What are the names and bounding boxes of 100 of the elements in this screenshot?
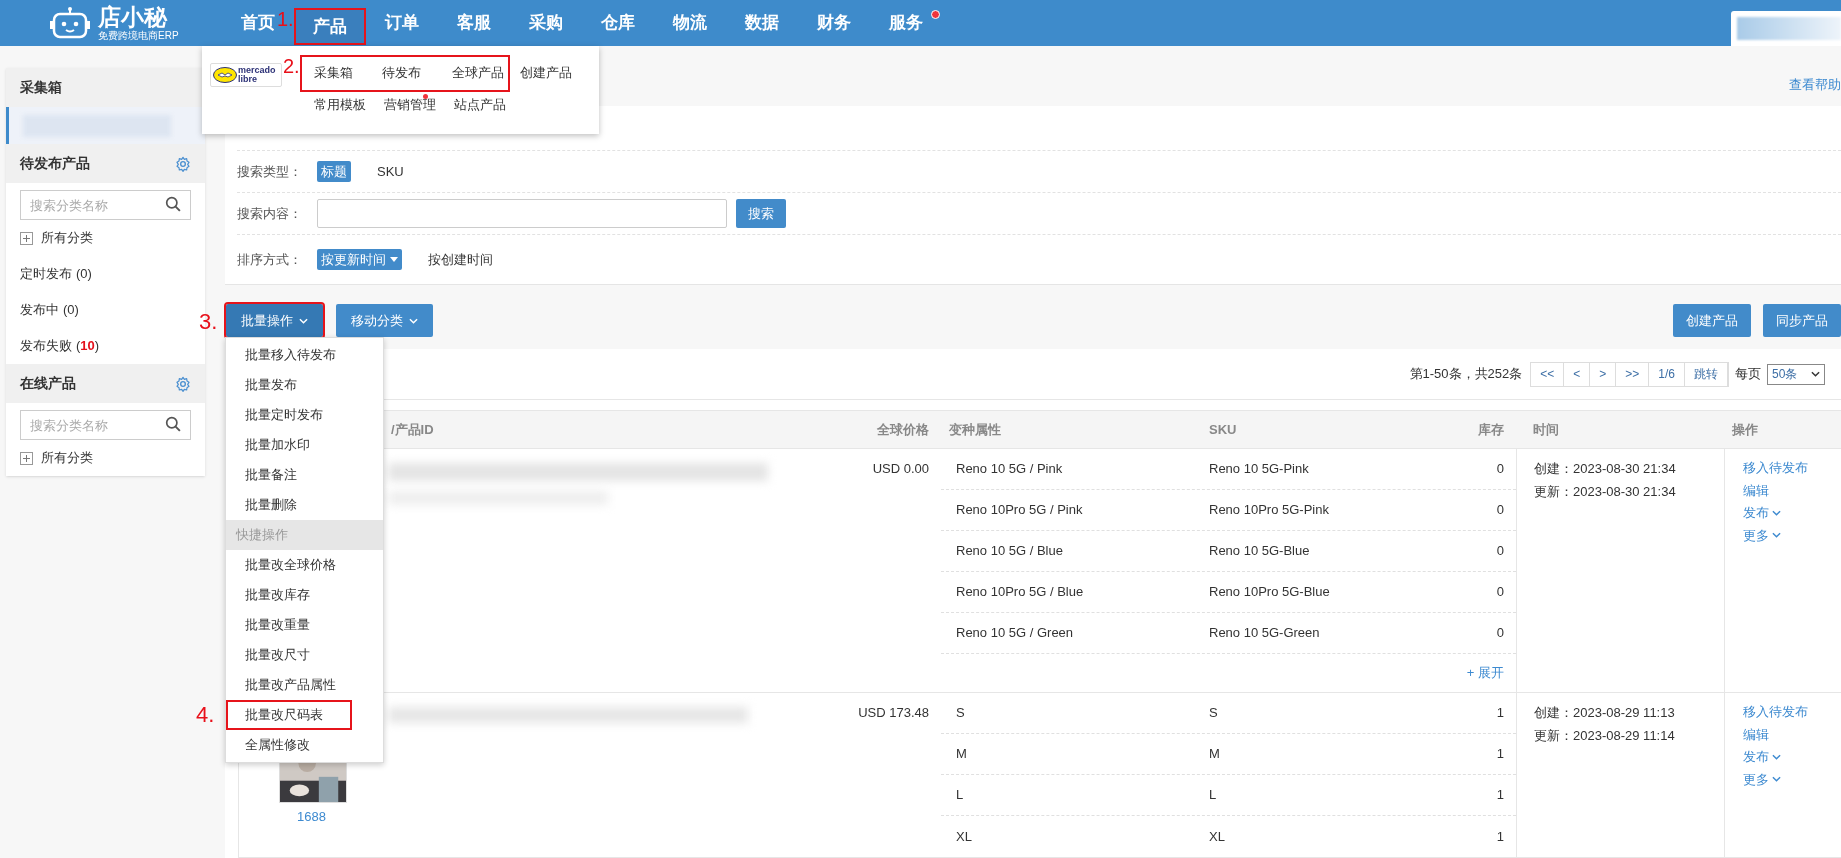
pagination-button[interactable]: >> [1616,362,1650,386]
menu-item[interactable]: 站点产品 [442,94,512,115]
nav-tab[interactable]: 物流 [672,0,708,46]
menu-item[interactable]: 批量改产品属性 [226,670,383,700]
nav-tab[interactable]: 产品 [294,8,366,45]
pagination-button[interactable]: > [1590,362,1617,386]
menu-item[interactable]: 待发布 [370,54,440,92]
filter-label: 排序方式： [237,250,303,269]
search-input[interactable] [317,199,727,229]
action-link[interactable]: 更多 [1743,769,1781,789]
variant-cell: Reno 10 5G / Green [956,625,1074,641]
filter-option[interactable]: 标题 [317,160,351,183]
menu-item[interactable]: 批量移入待发布 [226,340,383,370]
section-title: 待发布产品 [20,154,90,173]
nav-tab[interactable]: 采购 [528,0,564,46]
section-title: 在线产品 [20,374,76,393]
sku-cell: Reno 10 5G-Green [1209,625,1320,641]
variant-cell: Reno 10Pro 5G / Pink [956,502,1083,518]
toolbar-button[interactable]: 同步产品 [1763,304,1841,337]
menu-item[interactable]: 采集箱 [300,54,370,92]
search-icon [165,416,182,433]
logo-text: mercado libre [238,66,277,84]
nav-tab[interactable]: 客服 [456,0,492,46]
sidebar-item[interactable] [6,107,205,144]
action-link[interactable]: 更多 [1743,525,1781,545]
per-page-label: 每页 [1735,365,1761,384]
nav-tab[interactable]: 仓库 [600,0,636,46]
updated-time: 更新：2023-08-29 11:14 [1534,726,1676,745]
search-field[interactable]: 搜索分类名称 [20,190,191,220]
variant-cell: Reno 10 5G / Blue [956,543,1063,559]
stock-cell: 0 [1496,584,1504,600]
source-link[interactable]: 1688 [297,807,326,827]
menu-item[interactable]: 批量加水印 [226,430,383,460]
search-field[interactable]: 搜索分类名称 [20,410,191,440]
nav-tab[interactable]: 首页 [240,0,276,46]
tree-item[interactable]: 所有分类 [41,448,93,468]
handshake-icon [213,67,237,83]
stock-cell: 1 [1496,705,1504,721]
menu-item[interactable]: 全属性修改 [226,730,383,760]
pagination-button[interactable]: << [1531,362,1565,386]
sku-cell: L [1209,787,1217,803]
menu-item[interactable]: 批量改重量 [226,610,383,640]
help-link[interactable]: 查看帮助 [1789,74,1841,94]
toolbar-button[interactable]: 批量操作 [226,304,323,337]
menu-header: 快捷操作 [226,520,383,550]
expand-link[interactable]: + 展开 [1466,663,1504,683]
toolbar-button[interactable]: 创建产品 [1673,304,1751,337]
action-link[interactable]: 编辑 [1743,724,1769,744]
menu-item[interactable]: 批量发布 [226,370,383,400]
menu-item[interactable]: 批量定时发布 [226,400,383,430]
menu-item[interactable]: 批量备注 [226,460,383,490]
price-cell: USD 173.48 [858,705,929,720]
column-header: 时间 [1533,421,1559,437]
filter-option[interactable]: 按创建时间 [424,248,497,271]
action-link[interactable]: 移入待发布 [1743,702,1808,722]
nav-tab[interactable]: 服务 [870,0,942,46]
filter-option[interactable]: SKU [373,160,408,183]
menu-item[interactable]: 批量删除 [226,490,383,520]
sidebar-item[interactable]: 定时发布 (0) [6,256,205,292]
stock-cell: 0 [1496,461,1504,477]
pagination-button[interactable]: < [1564,362,1591,386]
action-link[interactable]: 编辑 [1743,480,1769,500]
menu-item[interactable]: 批量改尺码表 [226,700,352,730]
action-link[interactable]: 发布 [1743,503,1781,523]
action-link[interactable]: 移入待发布 [1743,458,1808,478]
price-cell: USD 0.00 [872,461,929,476]
variant-cell: L [956,787,964,803]
filter-option[interactable]: 按更新时间 [317,248,402,271]
sku-cell: S [1209,705,1218,721]
per-page-select[interactable]: 50条 [1767,363,1825,385]
pagination-button[interactable]: 1/6 [1649,362,1685,386]
nav-tab[interactable]: 订单 [384,0,420,46]
caret-icon [1772,532,1781,539]
nav-tab[interactable]: 数据 [744,0,780,46]
user-menu[interactable] [1731,11,1841,46]
caret-icon [1772,753,1781,760]
filter-label: 搜索类型： [237,162,303,181]
created-time: 创建：2023-08-30 21:34 [1534,460,1677,478]
search-button[interactable]: 搜索 [736,199,786,229]
caret-icon [409,317,418,324]
menu-item[interactable]: 营销管理 [372,94,442,115]
toolbar-button[interactable]: 移动分类 [336,304,433,337]
stock-cell: 1 [1496,787,1504,803]
caret-icon [390,257,398,263]
menu-item[interactable]: 常用模板 [302,94,372,115]
pagination-button[interactable]: 跳转 [1685,362,1728,386]
menu-item[interactable]: 全球产品 [440,54,510,92]
menu-item[interactable]: 批量改尺寸 [226,640,383,670]
platform-logo[interactable]: mercado libre [210,63,282,87]
menu-item[interactable]: 批量改库存 [226,580,383,610]
nav-tab[interactable]: 财务 [816,0,852,46]
pagination-summary: 第1-50条，共252条 [1409,365,1523,384]
stock-cell: 0 [1496,543,1504,559]
tree-item[interactable]: 所有分类 [41,228,93,248]
updated-time: 更新：2023-08-30 21:34 [1534,482,1677,501]
menu-item[interactable]: 批量改全球价格 [226,550,383,580]
step-annotation: 1. [277,7,294,31]
created-time: 创建：2023-08-29 11:13 [1534,704,1676,722]
action-link[interactable]: 发布 [1743,747,1781,767]
menu-item[interactable]: 创建产品 [508,63,578,83]
